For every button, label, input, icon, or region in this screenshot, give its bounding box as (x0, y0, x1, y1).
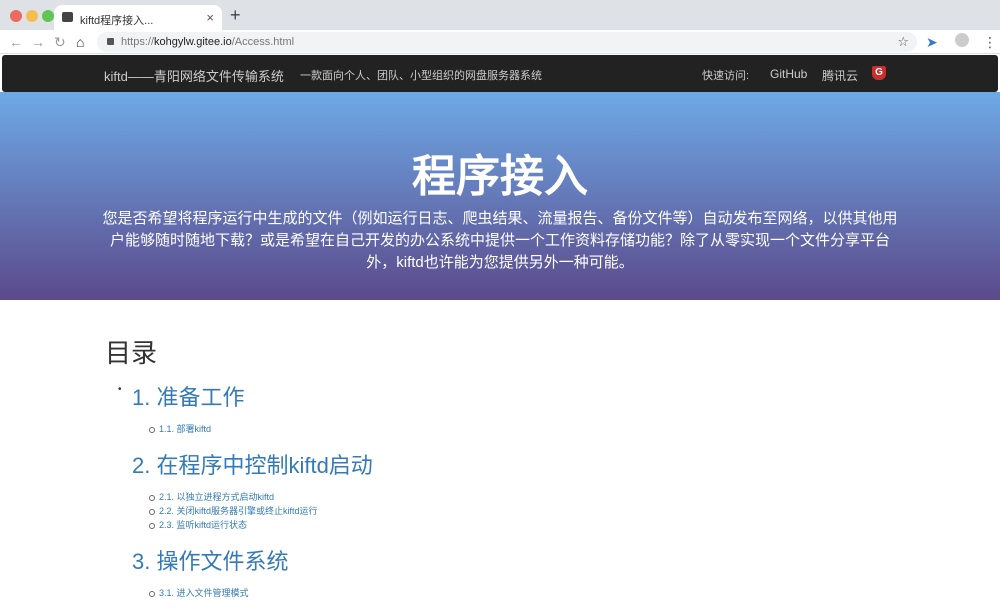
browser-tab-bar: kiftd程序接入... × + (0, 0, 1000, 30)
forward-icon[interactable]: → (31, 34, 45, 50)
maximize-window-button[interactable] (42, 10, 54, 22)
table-of-contents: 目录 1. 准备工作 1.1. 部署kiftd 2. 在程序中控制kiftd启动… (105, 333, 373, 612)
toc-section-link[interactable]: 3. 操作文件系统 (132, 544, 373, 576)
tagline: 一款面向个人、团队、小型组织的网盘服务器系统 (300, 70, 542, 82)
reload-icon[interactable]: ↻ (54, 34, 66, 51)
home-icon[interactable]: ⌂ (76, 34, 84, 50)
new-tab-button[interactable]: + (230, 5, 241, 26)
hero-banner: 程序接入 您是否希望将程序运行中生成的文件（例如运行日志、爬虫结果、流量报告、备… (0, 92, 1000, 300)
extension-icon[interactable]: ➤ (926, 34, 938, 51)
toc-subsection-link[interactable]: 2.2. 关闭kiftd服务器引擎或终止kiftd运行 (149, 504, 373, 518)
site-navbar: kiftd——青阳网络文件传输系统 一款面向个人、团队、小型组织的网盘服务器系统… (2, 55, 998, 92)
toc-subsection-link[interactable]: 2.3. 监听kiftd运行状态 (149, 518, 373, 532)
toc-subsection-link[interactable]: 2.1. 以独立进程方式启动kiftd (149, 490, 373, 504)
browser-tab[interactable]: kiftd程序接入... × (54, 5, 222, 30)
toc-subsection-link[interactable]: 1.1. 部署kiftd (149, 422, 373, 436)
close-tab-icon[interactable]: × (206, 10, 214, 25)
toc-subsection-link[interactable]: 3.1. 进入文件管理模式 (149, 586, 373, 600)
url-input[interactable]: https://kohgylw.gitee.io/Access.html ☆ (97, 32, 917, 52)
back-icon[interactable]: ← (9, 34, 23, 50)
bookmark-star-icon[interactable]: ☆ (897, 32, 909, 52)
toc-section-link[interactable]: 2. 在程序中控制kiftd启动 (132, 448, 373, 480)
favicon-icon (62, 12, 73, 22)
url-scheme: https:// (121, 36, 155, 48)
minimize-window-button[interactable] (26, 10, 38, 22)
url-path: /Access.html (231, 36, 295, 48)
close-window-button[interactable] (10, 10, 22, 22)
brand-link[interactable]: kiftd——青阳网络文件传输系统 (104, 66, 284, 85)
address-bar-row: ← → ↻ ⌂ https://kohgylw.gitee.io/Access.… (0, 30, 1000, 54)
lock-icon (107, 38, 114, 45)
profile-avatar[interactable] (955, 33, 969, 47)
github-link[interactable]: GitHub (770, 67, 807, 81)
gitee-icon[interactable]: G (872, 66, 886, 80)
toc-heading: 目录 (105, 338, 158, 368)
toc-section-link[interactable]: 1. 准备工作 (118, 380, 373, 412)
hero-description: 您是否希望将程序运行中生成的文件（例如运行日志、爬虫结果、流量报告、备份文件等）… (102, 210, 898, 271)
tab-title: kiftd程序接入... (80, 15, 154, 27)
page-title: 程序接入 (412, 152, 588, 201)
menu-icon[interactable]: ⋮ (983, 34, 997, 51)
quick-access-label: 快速访问: (702, 70, 750, 82)
tencent-cloud-link[interactable]: 腾讯云 (822, 67, 858, 84)
url-host: kohgylw.gitee.io (154, 36, 232, 48)
